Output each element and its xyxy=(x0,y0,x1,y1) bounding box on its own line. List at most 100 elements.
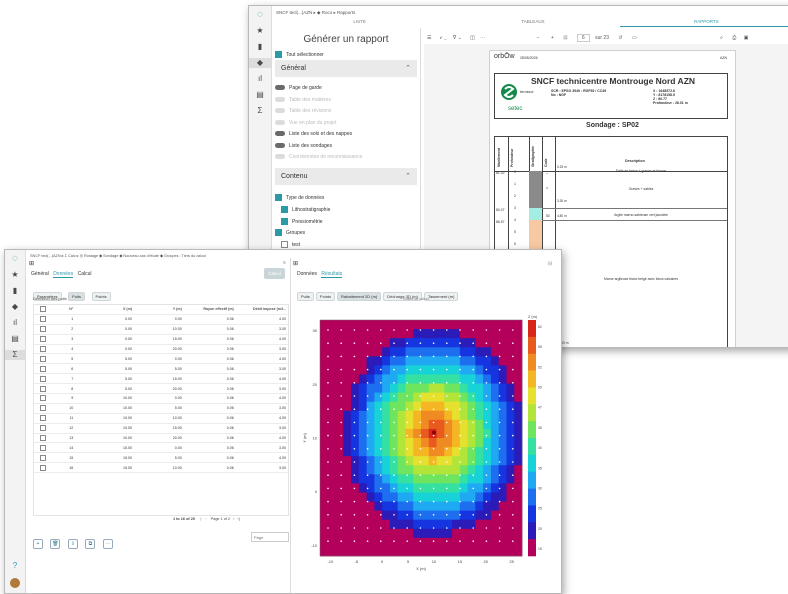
more-icon[interactable]: ⋯ xyxy=(102,539,113,549)
row-checkbox[interactable] xyxy=(40,464,47,471)
table-row[interactable]: 11 10.00 10.00 0.06 4.00 xyxy=(34,413,288,424)
table-row[interactable]: 6 5.00 5.00 0.06 3.00 xyxy=(34,363,288,375)
tab-calc[interactable]: Calcul xyxy=(78,271,92,277)
star-icon[interactable]: ★ xyxy=(5,270,25,280)
row-checkbox-cell[interactable] xyxy=(34,403,53,414)
tab-reports[interactable]: RAPPORTS xyxy=(619,17,788,27)
report-icon[interactable]: ▤ xyxy=(5,334,25,344)
tab-tables[interactable]: TABLEAUX xyxy=(446,17,619,27)
page-number-input[interactable]: 6 xyxy=(576,34,590,42)
toggle-switch[interactable] xyxy=(275,85,285,91)
add-icon[interactable]: + xyxy=(33,539,43,549)
column-header[interactable]: Y (m) xyxy=(134,305,184,315)
content-option[interactable]: test xyxy=(281,241,300,249)
table-cell[interactable]: 0.06 xyxy=(183,314,236,325)
table-cell[interactable]: 5.00 xyxy=(75,363,135,375)
row-checkbox-cell[interactable] xyxy=(34,413,53,424)
general-option[interactable]: Page de garde xyxy=(275,85,322,91)
column-header[interactable] xyxy=(34,305,53,315)
table-cell[interactable]: 4.00 xyxy=(235,452,288,464)
table-row[interactable]: 10 10.00 5.00 0.06 3.00 xyxy=(34,403,288,414)
table-cell[interactable]: 0.06 xyxy=(183,452,236,464)
first-page-icon[interactable]: |‹ xyxy=(200,517,202,521)
table-cell[interactable]: 4.00 xyxy=(235,373,288,385)
table-row[interactable]: 15 15.00 5.00 0.06 4.00 xyxy=(34,452,288,464)
general-option[interactable]: Table des révisions xyxy=(275,108,332,114)
table-row[interactable]: 13 10.00 20.00 0.06 4.00 xyxy=(34,433,288,444)
content-option[interactable]: Groupes xyxy=(275,229,305,237)
table-row[interactable]: 4 0.00 20.00 0.06 3.00 xyxy=(34,344,288,355)
table-cell[interactable]: 13 xyxy=(52,433,76,444)
content-option[interactable]: Type de données xyxy=(275,194,324,201)
table-cell[interactable]: 20.00 xyxy=(134,433,184,444)
table-cell[interactable]: 5 xyxy=(52,353,76,365)
layers-icon[interactable]: ◆ xyxy=(5,302,25,312)
row-checkbox-cell[interactable] xyxy=(34,393,53,404)
table-cell[interactable]: 15.00 xyxy=(75,462,135,474)
table-cell[interactable]: 15 xyxy=(52,452,76,464)
row-checkbox[interactable] xyxy=(40,346,47,352)
table-cell[interactable]: 4.00 xyxy=(235,353,288,365)
book-icon[interactable]: ▮ xyxy=(249,42,271,52)
table-cell[interactable]: 6 xyxy=(52,363,76,375)
present-icon[interactable]: ▭ xyxy=(632,35,637,41)
general-option[interactable]: Vue en plan du projet xyxy=(275,120,336,126)
toggle-switch[interactable] xyxy=(275,142,285,148)
table-cell[interactable]: 5.00 xyxy=(75,353,135,365)
table-cell[interactable]: 10.00 xyxy=(75,413,135,424)
table-row[interactable]: 16 15.00 10.00 0.06 3.00 xyxy=(34,462,288,474)
table-cell[interactable]: 0.00 xyxy=(134,353,184,365)
option-checkbox[interactable] xyxy=(281,241,288,249)
result-tab[interactable]: Puits xyxy=(297,292,314,301)
table-row[interactable]: 14 15.00 0.00 0.06 3.00 xyxy=(34,442,288,454)
highlight-icon[interactable]: ⩗ ⌄ xyxy=(440,35,447,41)
table-cell[interactable]: 5.00 xyxy=(134,452,184,464)
row-checkbox-cell[interactable] xyxy=(34,373,53,385)
table-cell[interactable]: 10.00 xyxy=(75,403,135,414)
content-option[interactable]: Lithostratigraphie xyxy=(281,205,330,213)
table-cell[interactable]: 4.00 xyxy=(235,314,288,325)
table-cell[interactable]: 0.00 xyxy=(134,442,184,454)
zoom-in-icon[interactable]: + xyxy=(551,35,554,41)
table-cell[interactable]: 0.06 xyxy=(183,324,236,335)
tab-data[interactable]: Données xyxy=(53,271,74,278)
option-checkbox[interactable] xyxy=(281,217,288,225)
table-cell[interactable]: 10.00 xyxy=(134,413,184,424)
chart-icon[interactable]: ıl xyxy=(249,74,271,84)
pane-menu-icon[interactable]: ≡ xyxy=(283,260,286,266)
row-checkbox[interactable] xyxy=(40,375,47,382)
table-cell[interactable]: 4.00 xyxy=(235,433,288,444)
toggle-switch[interactable] xyxy=(275,154,285,160)
layers-icon[interactable]: ◆ xyxy=(249,58,271,68)
result-tab[interactable]: Rabattement 2D (m) xyxy=(337,292,382,301)
row-checkbox[interactable] xyxy=(40,326,47,333)
next-page-icon[interactable]: › xyxy=(233,517,234,521)
row-checkbox[interactable] xyxy=(40,385,47,392)
table-cell[interactable]: 3.00 xyxy=(235,442,288,454)
row-checkbox-cell[interactable] xyxy=(34,363,53,375)
subtab-wells[interactable]: Puits xyxy=(68,292,86,301)
prev-page-icon[interactable]: ‹ xyxy=(205,517,206,521)
table-cell[interactable]: 12 xyxy=(52,423,76,434)
row-checkbox-cell[interactable] xyxy=(34,442,53,454)
right-pane-tool[interactable]: ⊞ xyxy=(293,260,298,267)
row-checkbox-cell[interactable] xyxy=(34,433,53,444)
more-icon[interactable]: ⋯ xyxy=(480,35,485,41)
table-cell[interactable]: 0.06 xyxy=(183,413,236,424)
select-all[interactable]: Tout sélectionner xyxy=(275,51,324,58)
table-cell[interactable]: 1 xyxy=(52,314,76,325)
table-cell[interactable]: 4.00 xyxy=(235,393,288,404)
row-checkbox-cell[interactable] xyxy=(34,423,53,434)
row-checkbox[interactable] xyxy=(40,405,47,412)
table-cell[interactable]: 3.00 xyxy=(235,324,288,335)
table-row[interactable]: 2 0.00 10.00 0.06 3.00 xyxy=(34,324,288,335)
table-cell[interactable]: 0.06 xyxy=(183,353,236,365)
page-input[interactable] xyxy=(251,532,289,542)
table-cell[interactable]: 0.06 xyxy=(183,433,236,444)
subtab-points[interactable]: Points xyxy=(91,292,111,301)
table-cell[interactable]: 11 xyxy=(52,413,76,424)
row-checkbox[interactable] xyxy=(40,435,47,442)
avatar[interactable] xyxy=(10,578,20,588)
row-checkbox-cell[interactable] xyxy=(34,452,53,464)
table-cell[interactable]: 4.00 xyxy=(235,413,288,424)
